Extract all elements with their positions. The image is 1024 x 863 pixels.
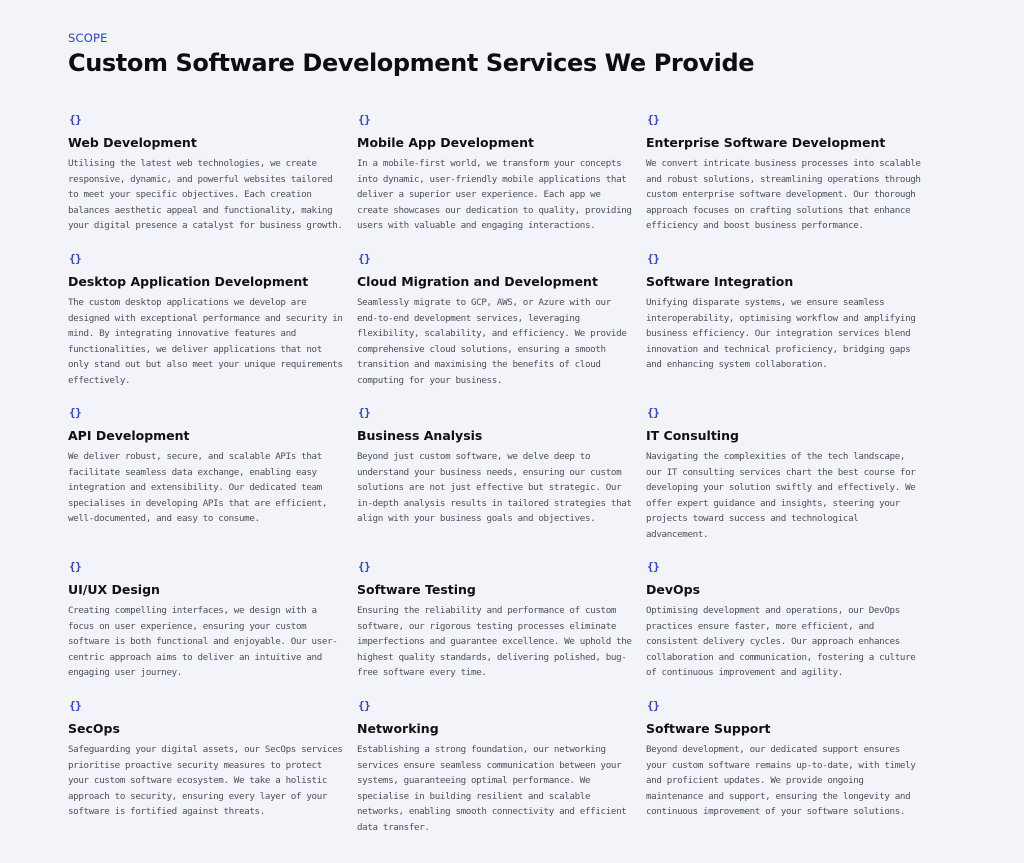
service-title: Networking <box>357 721 439 736</box>
service-title: Software Integration <box>646 274 794 289</box>
service-title: Web Development <box>68 135 197 150</box>
service-title: UI/UX Design <box>68 582 160 597</box>
code-braces-icon: {} <box>647 406 660 419</box>
service-card-cloud-migration: {} Cloud Migration and Development Seaml… <box>357 252 635 388</box>
service-description: Beyond development, our dedicated suppor… <box>646 744 916 817</box>
code-braces-icon: {} <box>69 406 82 419</box>
service-card-software-testing: {} Software Testing Ensuring the reliabi… <box>357 560 635 681</box>
service-title: Mobile App Development <box>357 135 534 150</box>
service-title: Desktop Application Development <box>68 274 309 289</box>
services-section: SCOPE Custom Software Development Servic… <box>0 0 1024 863</box>
code-braces-icon: {} <box>69 252 82 265</box>
service-description: Ensuring the reliability and performance… <box>357 605 632 678</box>
service-card-web-development: {} Web Development Utilising the latest … <box>68 113 346 234</box>
code-braces-icon: {} <box>69 113 82 126</box>
service-description: Utilising the latest web technologies, w… <box>68 158 343 231</box>
code-braces-icon: {} <box>358 699 371 712</box>
service-description: We deliver robust, secure, and scalable … <box>68 451 328 524</box>
service-card-secops: {} SecOps Safeguarding your digital asse… <box>68 699 346 820</box>
service-description: Seamlessly migrate to GCP, AWS, or Azure… <box>357 297 627 386</box>
service-title: Business Analysis <box>357 428 483 443</box>
service-card-enterprise-software-development: {} Enterprise Software Development We co… <box>646 113 924 234</box>
service-title: Software Support <box>646 721 771 736</box>
service-description: Unifying disparate systems, we ensure se… <box>646 297 916 370</box>
service-description: Optimising development and operations, o… <box>646 605 916 678</box>
code-braces-icon: {} <box>69 699 82 712</box>
service-card-it-consulting: {} IT Consulting Navigating the complexi… <box>646 406 924 542</box>
code-braces-icon: {} <box>647 699 660 712</box>
service-description: Creating compelling interfaces, we desig… <box>68 605 338 678</box>
service-card-software-integration: {} Software Integration Unifying dispara… <box>646 252 924 373</box>
service-title: SecOps <box>68 721 120 736</box>
service-description: The custom desktop applications we devel… <box>68 297 343 386</box>
service-description: Navigating the complexities of the tech … <box>646 451 916 540</box>
code-braces-icon: {} <box>358 252 371 265</box>
section-eyebrow: SCOPE <box>68 31 108 45</box>
service-card-api-development: {} API Development We deliver robust, se… <box>68 406 346 527</box>
service-card-business-analysis: {} Business Analysis Beyond just custom … <box>357 406 635 527</box>
code-braces-icon: {} <box>647 113 660 126</box>
service-card-networking: {} Networking Establishing a strong foun… <box>357 699 635 835</box>
code-braces-icon: {} <box>358 560 371 573</box>
service-title: DevOps <box>646 582 701 597</box>
service-description: In a mobile-first world, we transform yo… <box>357 158 632 231</box>
service-title: Cloud Migration and Development <box>357 274 598 289</box>
code-braces-icon: {} <box>647 560 660 573</box>
service-description: We convert intricate business processes … <box>646 158 921 231</box>
code-braces-icon: {} <box>358 406 371 419</box>
service-card-ui-ux-design: {} UI/UX Design Creating compelling inte… <box>68 560 346 681</box>
service-description: Establishing a strong foundation, our ne… <box>357 744 627 833</box>
code-braces-icon: {} <box>647 252 660 265</box>
service-card-desktop-application-development: {} Desktop Application Development The c… <box>68 252 346 388</box>
service-card-devops: {} DevOps Optimising development and ope… <box>646 560 924 681</box>
code-braces-icon: {} <box>358 113 371 126</box>
code-braces-icon: {} <box>69 560 82 573</box>
service-description: Safeguarding your digital assets, our Se… <box>68 744 343 817</box>
service-title: IT Consulting <box>646 428 739 443</box>
service-title: API Development <box>68 428 190 443</box>
service-title: Software Testing <box>357 582 476 597</box>
service-card-mobile-app-development: {} Mobile App Development In a mobile-fi… <box>357 113 635 234</box>
service-title: Enterprise Software Development <box>646 135 886 150</box>
service-card-software-support: {} Software Support Beyond development, … <box>646 699 924 820</box>
service-description: Beyond just custom software, we delve de… <box>357 451 632 524</box>
section-title: Custom Software Development Services We … <box>68 49 755 77</box>
